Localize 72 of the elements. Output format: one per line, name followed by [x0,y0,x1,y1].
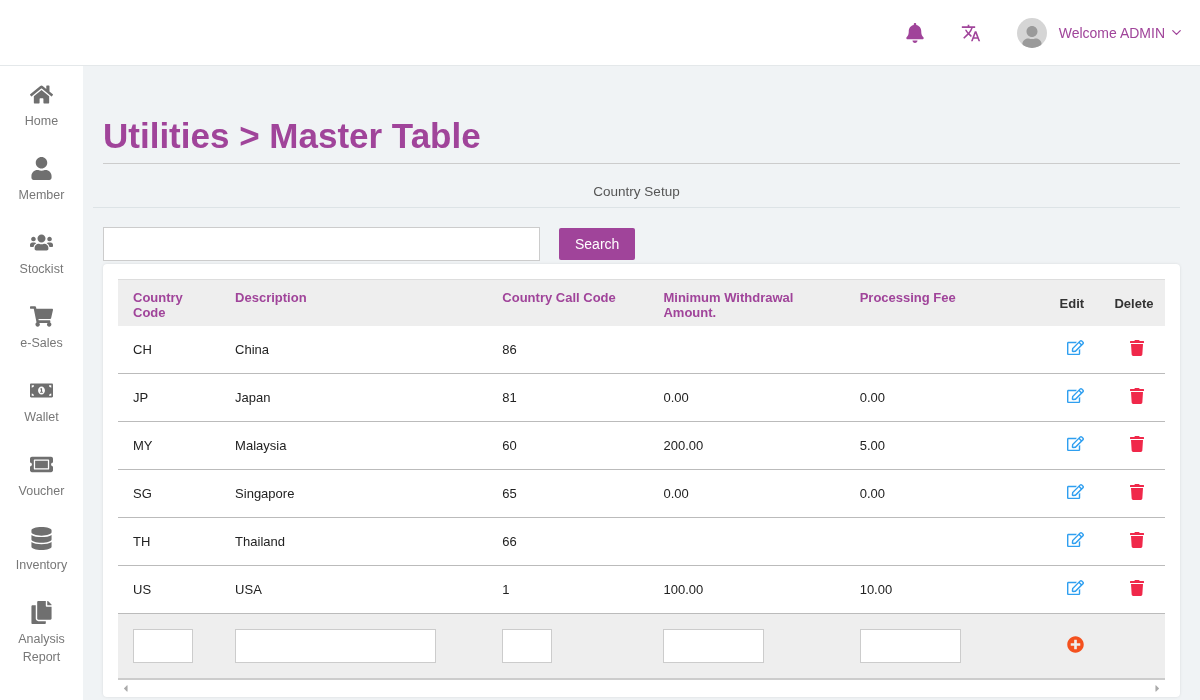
table-cell: 0.00 [844,373,1041,421]
table-cell: SG [118,469,221,517]
table-cell: Thailand [220,517,488,565]
table-cell: 5.00 [844,421,1041,469]
avatar-icon [1016,17,1047,48]
sidebar-item[interactable]: Analysis Report [0,600,83,674]
column-header: Description [220,279,488,326]
table-cell: 0.00 [844,469,1041,517]
column-header: Delete [1102,279,1165,326]
table-cell: 100.00 [648,565,845,613]
table-cell: 81 [487,373,649,421]
table-cell: JP [118,373,221,421]
table-cell: 1 [487,565,649,613]
table-cell: 65 [487,469,649,517]
trash-icon[interactable] [1129,483,1146,500]
sidebar-item[interactable]: Wallet [0,378,83,452]
edit-icon[interactable] [1066,339,1084,356]
table-cell: Japan [220,373,488,421]
table-cell: 86 [487,325,649,373]
user-icon [30,156,53,180]
sidebar-item[interactable]: Voucher [0,452,83,526]
trash-icon[interactable] [1129,387,1146,404]
input-field[interactable] [502,628,553,663]
cart-icon [30,304,53,328]
sidebar-item[interactable]: Inventory [0,526,83,600]
translate-icon[interactable] [960,22,981,43]
search-field[interactable] [103,227,540,261]
input-field[interactable] [859,628,961,663]
table-cell: 10.00 [844,565,1041,613]
table-cell: USA [220,565,488,613]
search-button[interactable]: Search [559,228,636,260]
home-icon [30,82,53,106]
table-cell: US [118,565,221,613]
edit-icon[interactable] [1066,531,1084,548]
table-cell: 0.00 [648,469,845,517]
table-cell: MY [118,421,221,469]
sidebar-item[interactable]: Member [0,156,83,230]
column-header: Edit [1040,279,1103,326]
input-field[interactable] [235,628,437,663]
trash-icon[interactable] [1129,579,1146,596]
table-cell: CH [118,325,221,373]
notification-icon[interactable] [904,22,925,43]
edit-icon[interactable] [1066,483,1084,500]
column-header: Country Call Code [487,279,649,326]
sidebar-item[interactable]: Stockist [0,230,83,304]
column-header: Processing Fee [844,279,1041,326]
input-field[interactable] [663,628,765,663]
edit-icon[interactable] [1066,579,1084,596]
trash-icon[interactable] [1129,531,1146,548]
table-cell: Singapore [220,469,488,517]
trash-icon[interactable] [1129,435,1146,452]
section-title: Country Setup [93,164,1180,208]
trash-icon[interactable] [1129,339,1146,356]
table-cell: 66 [487,517,649,565]
sidebar-item[interactable]: Home [0,82,83,156]
table-cell: TH [118,517,221,565]
table-cell: 0.00 [648,373,845,421]
column-header: Minimum Withdrawal Amount. [648,279,845,326]
database-icon [30,526,53,550]
sidebar-item[interactable]: e-Sales [0,304,83,378]
column-header: Country Code [118,279,221,326]
table-cell: 200.00 [648,421,845,469]
table-cell: Malaysia [220,421,488,469]
edit-icon[interactable] [1066,435,1084,452]
table-cell: China [220,325,488,373]
documents-icon [30,600,53,624]
input-field[interactable] [133,628,193,663]
user-menu[interactable]: Welcome ADMIN [1058,24,1184,41]
table-cell: 60 [487,421,649,469]
page-title: Utilities > Master Table [103,116,1180,164]
add-icon[interactable] [1066,635,1084,653]
edit-icon[interactable] [1066,387,1084,404]
